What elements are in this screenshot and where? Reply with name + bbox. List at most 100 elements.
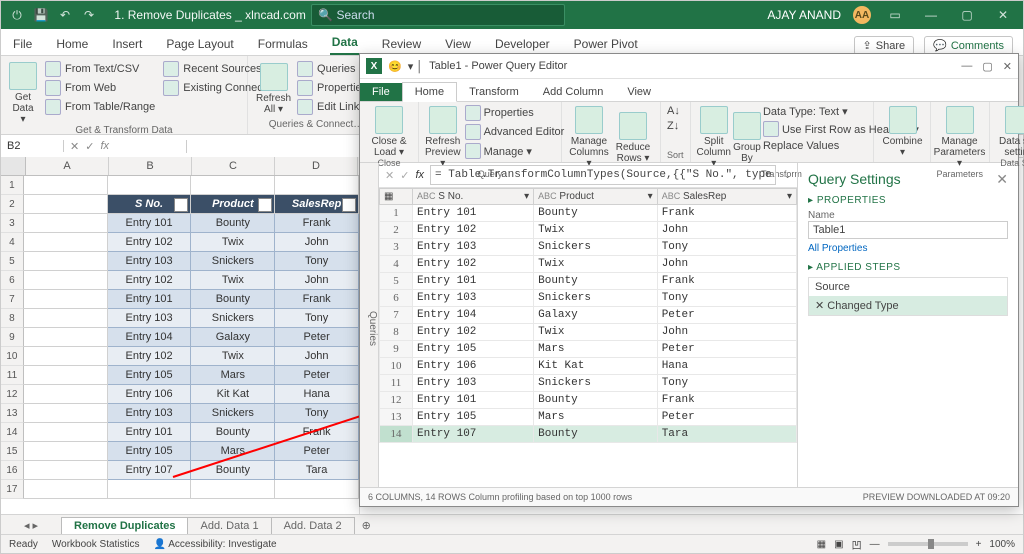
row-header[interactable]: 9 [1,328,24,347]
pq-cell[interactable]: Entry 102 [413,222,534,239]
manage-columns-button[interactable]: Manage Columns ▾ [568,106,610,169]
pq-cell[interactable]: Hana [657,358,796,375]
pq-row-number[interactable]: 8 [380,324,413,341]
ribbon-tab-developer[interactable]: Developer [493,33,552,55]
pq-cell[interactable]: Entry 105 [413,409,534,426]
row-header[interactable]: 5 [1,252,24,271]
row-header[interactable]: 8 [1,309,24,328]
pq-cell[interactable]: Frank [657,205,796,222]
pq-row-number[interactable]: 5 [380,273,413,290]
col-header-C[interactable]: C [192,157,275,175]
queries-pane-collapsed[interactable]: Queries [360,163,379,487]
pq-formula-input[interactable]: = Table.TransformColumnTypes(Source,{{"S… [430,165,776,185]
pq-tab-home[interactable]: Home [402,82,457,102]
pq-cell[interactable]: Peter [657,341,796,358]
cell[interactable] [24,423,108,442]
maximize-icon[interactable]: ▢ [955,4,979,26]
query-name-input[interactable]: Table1 [808,221,1008,239]
cell[interactable] [24,233,108,252]
ribbon-tab-page-layout[interactable]: Page Layout [164,33,235,55]
cell[interactable]: S No. [108,195,192,214]
pq-cell[interactable]: Tony [657,290,796,307]
pq-minimize-icon[interactable]: — [961,60,972,73]
row-header[interactable]: 13 [1,404,24,423]
pq-cell[interactable]: Entry 101 [413,273,534,290]
pq-close-icon[interactable]: ✕ [1003,60,1012,73]
sheet-nav-arrows[interactable]: ◂ ▸ [1,519,61,532]
pq-cancel-icon[interactable]: ✕ [385,169,394,182]
get-data-button[interactable]: Get Data ▾ [9,62,37,125]
view-page-layout-icon[interactable]: ▣ [834,539,843,550]
cell[interactable]: Bounty [191,461,275,480]
from-text-csv[interactable]: From Text/CSV [45,60,155,78]
cell[interactable] [24,366,108,385]
pq-cell[interactable]: Twix [534,222,658,239]
view-page-break-icon[interactable]: 凹 [852,537,862,552]
cell[interactable] [24,461,108,480]
pq-cell[interactable]: Mars [534,341,658,358]
row-header[interactable]: 2 [1,195,24,214]
row-header[interactable]: 7 [1,290,24,309]
redo-icon[interactable]: ↷ [77,4,101,26]
row-header[interactable]: 3 [1,214,24,233]
row-header[interactable]: 6 [1,271,24,290]
sheet-tab-add-data-1[interactable]: Add. Data 1 [187,517,271,534]
cell[interactable]: Frank [275,290,359,309]
pq-cell[interactable]: Entry 102 [413,256,534,273]
cell[interactable] [275,176,359,195]
cancel-formula-icon[interactable]: ✕ [70,140,79,153]
pq-cell[interactable]: John [657,324,796,341]
select-all-triangle[interactable] [1,157,26,175]
step-changed-type[interactable]: ✕ Changed Type [809,296,1007,315]
cell[interactable] [24,176,108,195]
accept-formula-icon[interactable]: ✓ [85,140,94,153]
pq-row-number[interactable]: 11 [380,375,413,392]
view-normal-icon[interactable]: ▦ [817,539,826,550]
cell[interactable] [24,271,108,290]
cell[interactable]: Entry 106 [108,385,192,404]
pq-row-number[interactable]: 12 [380,392,413,409]
cell[interactable]: Tara [275,461,359,480]
pq-tab-view[interactable]: View [615,83,663,101]
pq-cell[interactable]: Frank [657,392,796,409]
cell[interactable]: Entry 101 [108,214,192,233]
pq-column-header[interactable]: ABC S No. ▾ [413,189,534,205]
undo-icon[interactable]: ↶ [53,4,77,26]
cell[interactable]: Entry 102 [108,233,192,252]
cell[interactable] [24,195,108,214]
sheet-tab-remove-duplicates[interactable]: Remove Duplicates [61,517,188,534]
pq-cell[interactable]: Entry 106 [413,358,534,375]
cell[interactable]: Entry 102 [108,347,192,366]
zoom-in[interactable]: + [976,539,982,550]
pq-cell[interactable]: John [657,222,796,239]
pq-cell[interactable]: Twix [534,324,658,341]
zoom-slider[interactable] [888,542,968,546]
cell[interactable]: Twix [191,233,275,252]
pq-row-number[interactable]: 9 [380,341,413,358]
ribbon-tab-home[interactable]: Home [54,33,90,55]
ribbon-tab-review[interactable]: Review [380,33,423,55]
ribbon-tab-view[interactable]: View [443,33,473,55]
pq-accept-icon[interactable]: ✓ [400,169,409,182]
pq-tab-transform[interactable]: Transform [457,83,531,101]
pq-row-number[interactable]: 1 [380,205,413,222]
ribbon-tab-file[interactable]: File [11,33,34,55]
cell[interactable] [24,290,108,309]
sheet-tab-add-data-2[interactable]: Add. Data 2 [271,517,355,534]
save-icon[interactable]: 💾 [29,4,53,26]
pq-cell[interactable]: Bounty [534,426,658,443]
pq-cell[interactable]: Tara [657,426,796,443]
pq-row-number[interactable]: 7 [380,307,413,324]
refresh-preview-button[interactable]: Refresh Preview ▾ [425,106,461,169]
cell[interactable] [24,404,108,423]
cell[interactable]: Hana [275,385,359,404]
ribbon-tab-data[interactable]: Data [330,31,360,55]
filter-dropdown-icon[interactable] [258,198,272,212]
pq-cell[interactable]: Snickers [534,375,658,392]
pq-row-number[interactable]: 13 [380,409,413,426]
close-load-button[interactable]: Close & Load ▾ [366,106,412,158]
workbook-statistics[interactable]: Workbook Statistics [52,539,140,550]
pq-cell[interactable]: Peter [657,307,796,324]
refresh-all-button[interactable]: Refresh All ▾ [256,62,291,116]
cell[interactable] [24,328,108,347]
